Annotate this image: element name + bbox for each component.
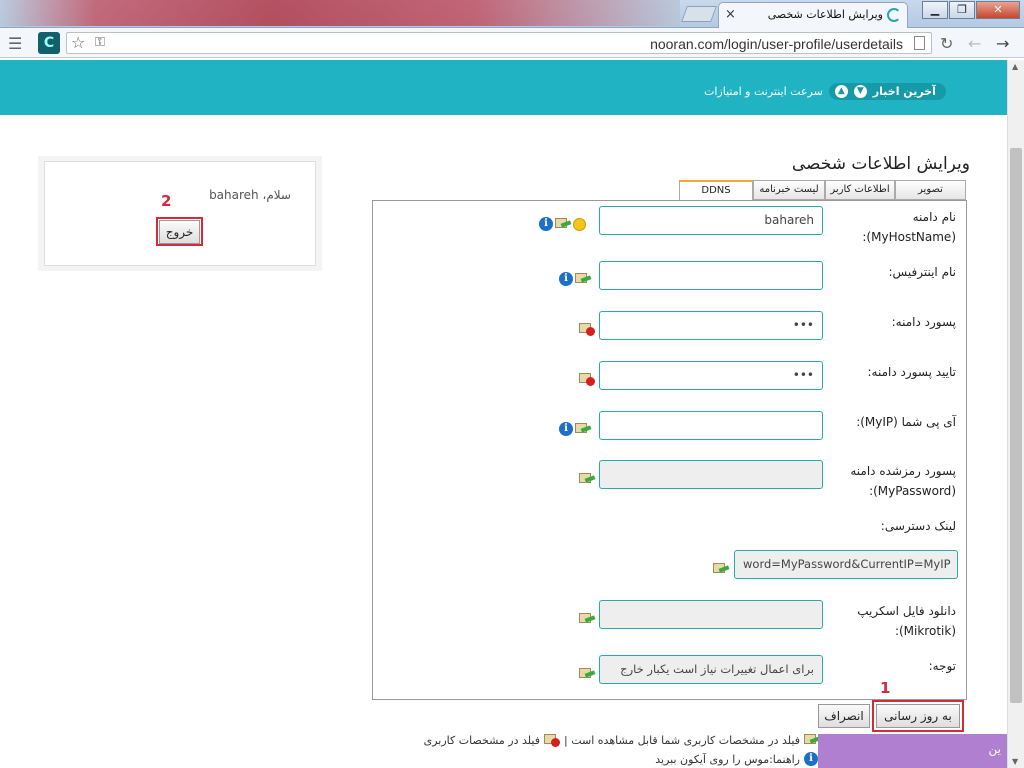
tab-ddns[interactable]: DDNS: [679, 180, 753, 201]
extension-logo-icon[interactable]: C: [38, 32, 60, 54]
info-icon[interactable]: i: [559, 272, 573, 286]
tab-close-icon[interactable]: ×: [725, 7, 736, 22]
background-tabs[interactable]: [0, 0, 680, 26]
close-window-button[interactable]: ✕: [976, 1, 1020, 19]
tab-title: ویرایش اطلاعات شخصی: [767, 8, 883, 21]
chat-popup[interactable]: ین: [818, 734, 1007, 768]
hidden-field-icon: [579, 322, 595, 336]
editable-icon: [579, 472, 596, 486]
note-icons: [579, 667, 596, 681]
menu-icon[interactable]: ☰: [8, 34, 22, 53]
editable-icon: [579, 667, 596, 681]
restore-button[interactable]: ❐: [949, 1, 975, 19]
hostname-input[interactable]: bahareh: [599, 206, 823, 235]
interface-label: نام اینترفیس:: [888, 265, 956, 279]
news-label: آخرین اخبار: [872, 85, 936, 98]
highlight-box-logout: [156, 217, 203, 246]
editable-icon: [575, 272, 592, 286]
editable-icon: [555, 217, 572, 231]
info-icon[interactable]: i: [539, 217, 553, 231]
confirm-password-input[interactable]: •••: [599, 361, 823, 390]
confirm-icons: [579, 372, 595, 386]
greeting-text: سلام، bahareh: [209, 188, 291, 202]
annotation-marker-2: 2: [161, 192, 172, 210]
news-ticker: آخرین اخبار ▼ ▲ سرعت اینترنت و امتیازات: [704, 83, 946, 100]
loading-favicon-icon: [887, 8, 901, 22]
user-panel-inner: سلام، bahareh: [44, 161, 316, 266]
confirm-password-label: تایید پسورد دامنه:: [867, 365, 956, 379]
myip-input[interactable]: [599, 411, 823, 440]
annotation-marker-1: 1: [880, 679, 891, 697]
browser-toolbar: ☰ C ☆ ⚿ nooran.com/login/user-profile/us…: [0, 28, 1024, 58]
site-banner: آخرین اخبار ▼ ▲ سرعت اینترنت و امتیازات: [0, 60, 1007, 115]
news-item[interactable]: سرعت اینترنت و امتیازات: [704, 85, 823, 98]
reload-icon[interactable]: ↻: [940, 34, 953, 53]
address-bar[interactable]: ☆ ⚿ nooran.com/login/user-profile/userde…: [66, 32, 932, 54]
cancel-button[interactable]: انصراف: [818, 704, 870, 728]
hostname-label: نام دامنه (MyHostName):: [862, 210, 956, 244]
highlight-box-update: [872, 700, 964, 732]
mikrotik-input[interactable]: [599, 600, 823, 629]
mikrotik-icons: [579, 612, 596, 626]
bookmark-star-icon[interactable]: ☆: [71, 33, 85, 52]
myip-icons: i: [559, 422, 592, 436]
password-icons: [579, 322, 595, 336]
hidden-field-icon: [544, 733, 561, 747]
interface-icons: i: [559, 272, 592, 286]
legend-line-2: i راهنما:موس را روی آیکون ببرید: [600, 752, 818, 766]
scroll-down-icon[interactable]: ▼: [1012, 757, 1018, 766]
scroll-up-icon[interactable]: ▲: [1012, 62, 1018, 71]
news-up-icon[interactable]: ▲: [834, 85, 848, 98]
encrypted-password-label: پسورد رمزشده دامنه (MyPassword):: [850, 464, 956, 498]
tab-newsletter[interactable]: لیست خبرنامه: [753, 180, 825, 200]
link-icons: [713, 562, 730, 576]
user-panel: سلام، bahareh: [38, 156, 322, 271]
note-label: توجه:: [928, 659, 956, 673]
password-input[interactable]: •••: [599, 311, 823, 340]
editable-icon: [713, 562, 730, 576]
news-down-icon[interactable]: ▼: [853, 85, 867, 98]
info-icon: i: [804, 752, 818, 766]
scroll-thumb[interactable]: [1010, 148, 1022, 703]
editable-icon: [579, 612, 596, 626]
window-controls: ▁ ❐ ✕: [921, 1, 1020, 19]
hidden-field-icon: [579, 372, 595, 386]
page-icon: [914, 36, 925, 50]
new-tab-button[interactable]: [681, 6, 717, 22]
tab-image[interactable]: تصویر: [895, 180, 966, 200]
browser-titlebar: × ویرایش اطلاعات شخصی ▁ ❐ ✕: [0, 0, 1024, 28]
page-scrollbar[interactable]: ▲ ▼: [1007, 60, 1024, 768]
tab-user-info[interactable]: اطلاعات کاربر: [825, 180, 895, 200]
encrypted-password-input[interactable]: [599, 460, 823, 489]
profile-tabs: تصویر اطلاعات کاربر لیست خبرنامه DDNS: [679, 180, 967, 201]
minimize-button[interactable]: ▁: [922, 1, 948, 19]
ddns-form: نام دامنه (MyHostName): bahareh i نام ای…: [372, 200, 967, 700]
encpass-icons: [579, 472, 596, 486]
info-icon[interactable]: i: [559, 422, 573, 436]
password-label: پسورد دامنه:: [891, 315, 956, 329]
url-text[interactable]: nooran.com/login/user-profile/userdetail…: [650, 36, 903, 52]
browser-tab-active[interactable]: × ویرایش اطلاعات شخصی: [718, 2, 908, 28]
note-input[interactable]: برای اعمال تغییرات نیاز است یکبار خارج: [599, 655, 823, 684]
news-pill: آخرین اخبار ▼ ▲: [828, 83, 946, 100]
legend-line-1: فیلد در مشخصات کاربری شما قابل مشاهده اس…: [390, 733, 821, 747]
back-icon[interactable]: →: [996, 34, 1009, 53]
mikrotik-label: دانلود فایل اسکریپ (Mikrotik):: [857, 604, 956, 638]
page-title: ویرایش اطلاعات شخصی: [791, 154, 970, 174]
access-link-label: لینک دسترسی:: [880, 519, 956, 533]
interface-input[interactable]: [599, 261, 823, 290]
smile-icon: [573, 217, 586, 231]
editable-icon: [575, 422, 592, 436]
key-icon[interactable]: ⚿: [95, 35, 105, 50]
access-link-input[interactable]: word=MyPassword&CurrentIP=MyIP: [734, 550, 958, 579]
forward-icon[interactable]: ←: [968, 34, 981, 53]
hostname-icons: i: [539, 217, 586, 231]
